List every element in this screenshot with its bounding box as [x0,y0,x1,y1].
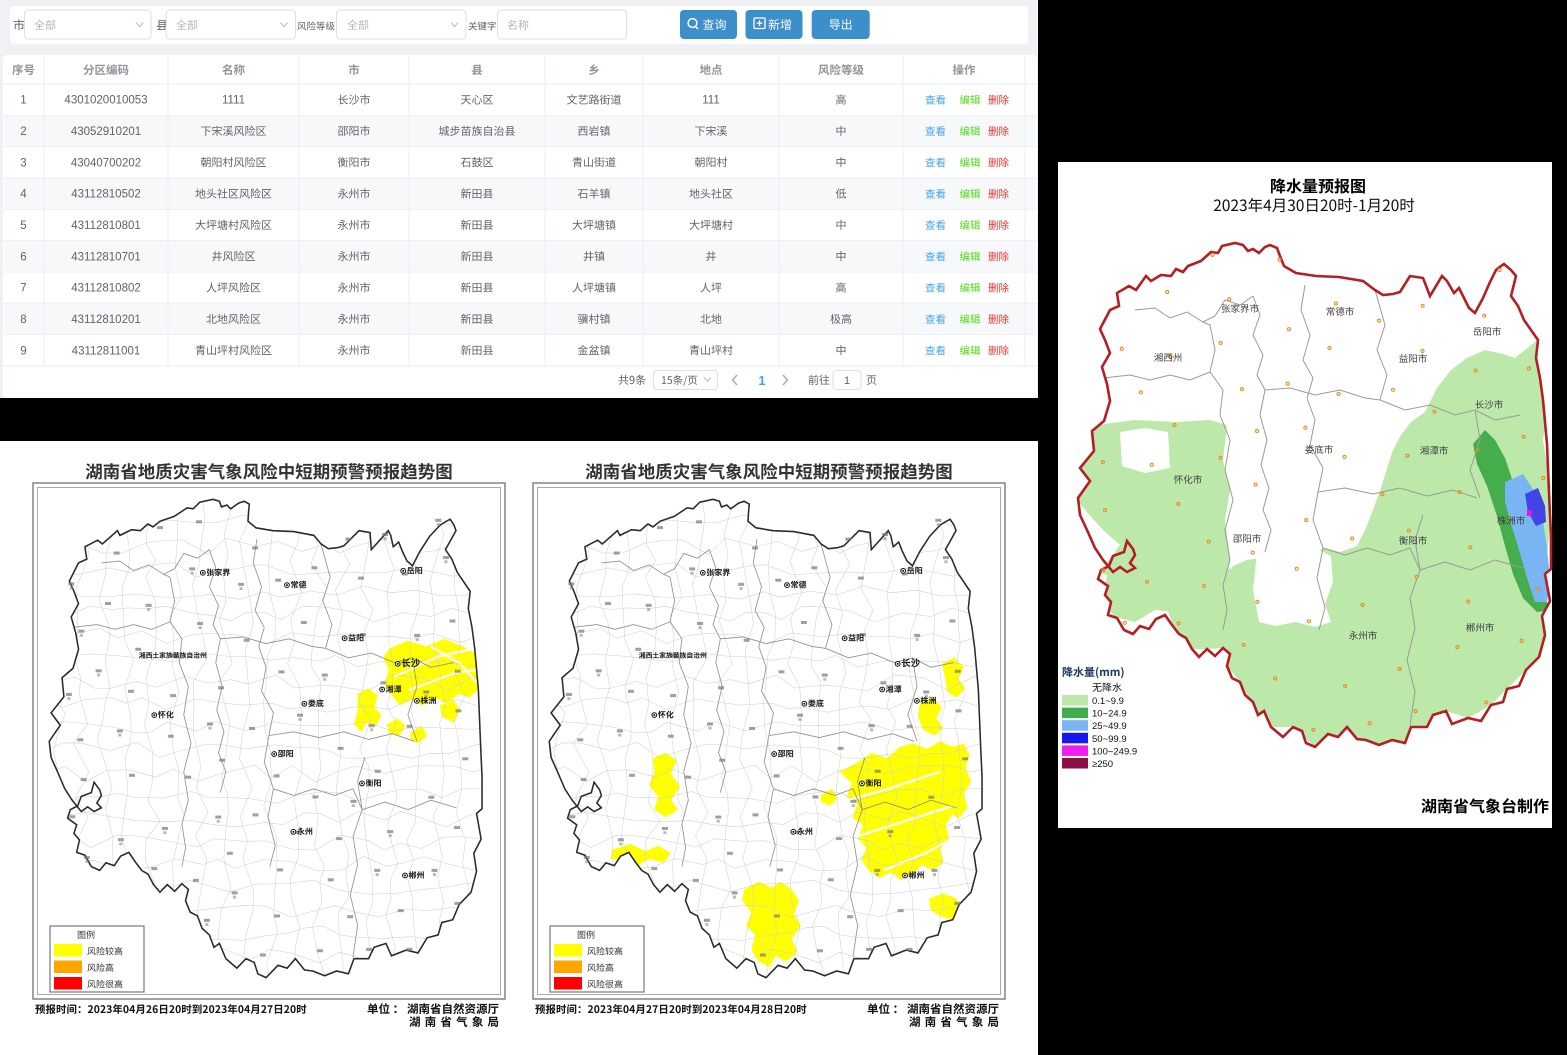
svg-text:5: 5 [20,220,26,232]
svg-text:43112810701: 43112810701 [71,251,141,263]
svg-text:43112810802: 43112810802 [71,283,141,295]
svg-text:8: 8 [20,314,26,326]
svg-text:4301020010053: 4301020010053 [64,95,147,107]
svg-text:1: 1 [844,375,850,387]
svg-text:50~99.9: 50~99.9 [1092,734,1127,745]
svg-text:2: 2 [20,126,26,138]
svg-text:≥250: ≥250 [1092,759,1113,770]
svg-text:0.1~9.9: 0.1~9.9 [1092,696,1124,707]
svg-text:1: 1 [759,374,766,388]
svg-text:7: 7 [20,283,26,295]
svg-text:43112810201: 43112810201 [71,314,141,326]
svg-text:9: 9 [20,345,26,357]
svg-text:6: 6 [20,251,26,263]
svg-text:43052910201: 43052910201 [71,126,141,138]
svg-text:10~24.9: 10~24.9 [1092,709,1127,720]
svg-text:25~49.9: 25~49.9 [1092,721,1127,732]
svg-text:43112810801: 43112810801 [71,220,141,232]
svg-text:43112810502: 43112810502 [71,189,141,201]
svg-text:4: 4 [20,189,27,201]
svg-text:3: 3 [20,157,26,169]
svg-text:43040700202: 43040700202 [71,157,141,169]
svg-text:1111: 1111 [222,95,245,107]
svg-text:100~249.9: 100~249.9 [1092,746,1137,757]
svg-text:1: 1 [20,95,26,107]
svg-text:43112811001: 43112811001 [72,345,141,357]
svg-text:111: 111 [702,95,719,107]
